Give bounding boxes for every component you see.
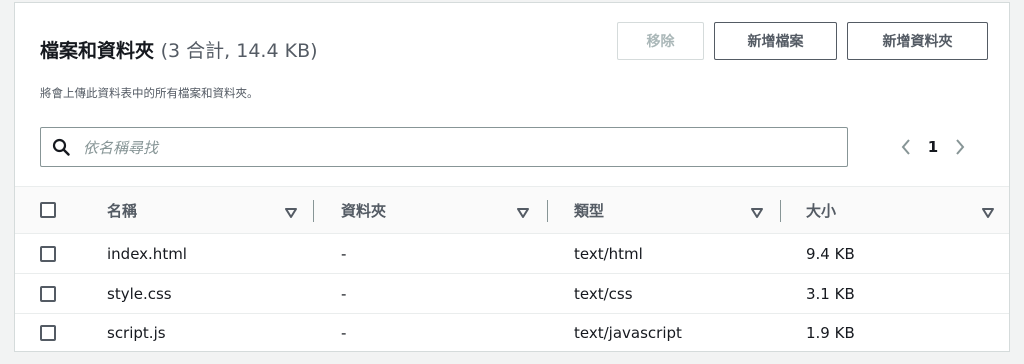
file-folder: - bbox=[341, 245, 347, 263]
select-all-checkbox[interactable] bbox=[40, 202, 56, 218]
row-checkbox[interactable] bbox=[40, 286, 56, 302]
file-folder: - bbox=[341, 324, 347, 342]
row-checkbox[interactable] bbox=[40, 325, 56, 341]
file-size: 3.1 KB bbox=[806, 285, 855, 303]
file-name: index.html bbox=[107, 245, 187, 263]
current-page-number[interactable]: 1 bbox=[917, 138, 949, 156]
column-header-type[interactable]: 類型 bbox=[574, 187, 604, 233]
file-name: script.js bbox=[107, 324, 166, 342]
sort-down-icon[interactable] bbox=[285, 204, 297, 218]
search-field[interactable] bbox=[40, 127, 848, 167]
file-type: text/html bbox=[574, 245, 643, 263]
search-input[interactable] bbox=[81, 134, 835, 162]
file-type: text/css bbox=[574, 285, 633, 303]
column-divider[interactable] bbox=[780, 200, 781, 222]
table-row[interactable]: style.css - text/css 3.1 KB bbox=[15, 275, 1009, 314]
row-checkbox[interactable] bbox=[40, 246, 56, 262]
sort-down-icon[interactable] bbox=[751, 204, 763, 218]
column-header-size[interactable]: 大小 bbox=[806, 187, 836, 233]
column-header-name[interactable]: 名稱 bbox=[107, 187, 137, 233]
column-header-folder[interactable]: 資料夾 bbox=[341, 187, 386, 233]
file-count-summary: (3 合計, 14.4 KB) bbox=[160, 40, 318, 62]
table-row[interactable]: index.html - text/html 9.4 KB bbox=[15, 235, 1009, 274]
table-row[interactable]: script.js - text/javascript 1.9 KB bbox=[15, 314, 1009, 353]
file-size: 9.4 KB bbox=[806, 245, 855, 263]
page-title: 檔案和資料夾 (3 合計, 14.4 KB) bbox=[40, 36, 318, 63]
title-text: 檔案和資料夾 bbox=[40, 40, 155, 62]
pagination: 1 bbox=[895, 133, 995, 161]
file-size: 1.9 KB bbox=[806, 324, 855, 342]
column-divider[interactable] bbox=[547, 200, 548, 222]
file-folder: - bbox=[341, 285, 347, 303]
column-divider[interactable] bbox=[313, 200, 314, 222]
chevron-right-icon[interactable] bbox=[949, 133, 971, 161]
sort-down-icon[interactable] bbox=[517, 204, 529, 218]
table-header: 名稱 資料夾 類型 大小 bbox=[15, 186, 1009, 234]
sort-down-icon[interactable] bbox=[982, 204, 994, 218]
add-folder-button[interactable]: 新增資料夾 bbox=[847, 22, 988, 60]
remove-button[interactable]: 移除 bbox=[617, 22, 704, 60]
add-files-button[interactable]: 新增檔案 bbox=[714, 22, 837, 60]
search-icon bbox=[52, 138, 70, 156]
files-and-folders-panel: 檔案和資料夾 (3 合計, 14.4 KB) 將會上傳此資料表中的所有檔案和資料… bbox=[14, 2, 1010, 352]
chevron-left-icon[interactable] bbox=[895, 133, 917, 161]
file-name: style.css bbox=[107, 285, 172, 303]
file-type: text/javascript bbox=[574, 324, 682, 342]
panel-description: 將會上傳此資料表中的所有檔案和資料夾。 bbox=[40, 86, 259, 100]
